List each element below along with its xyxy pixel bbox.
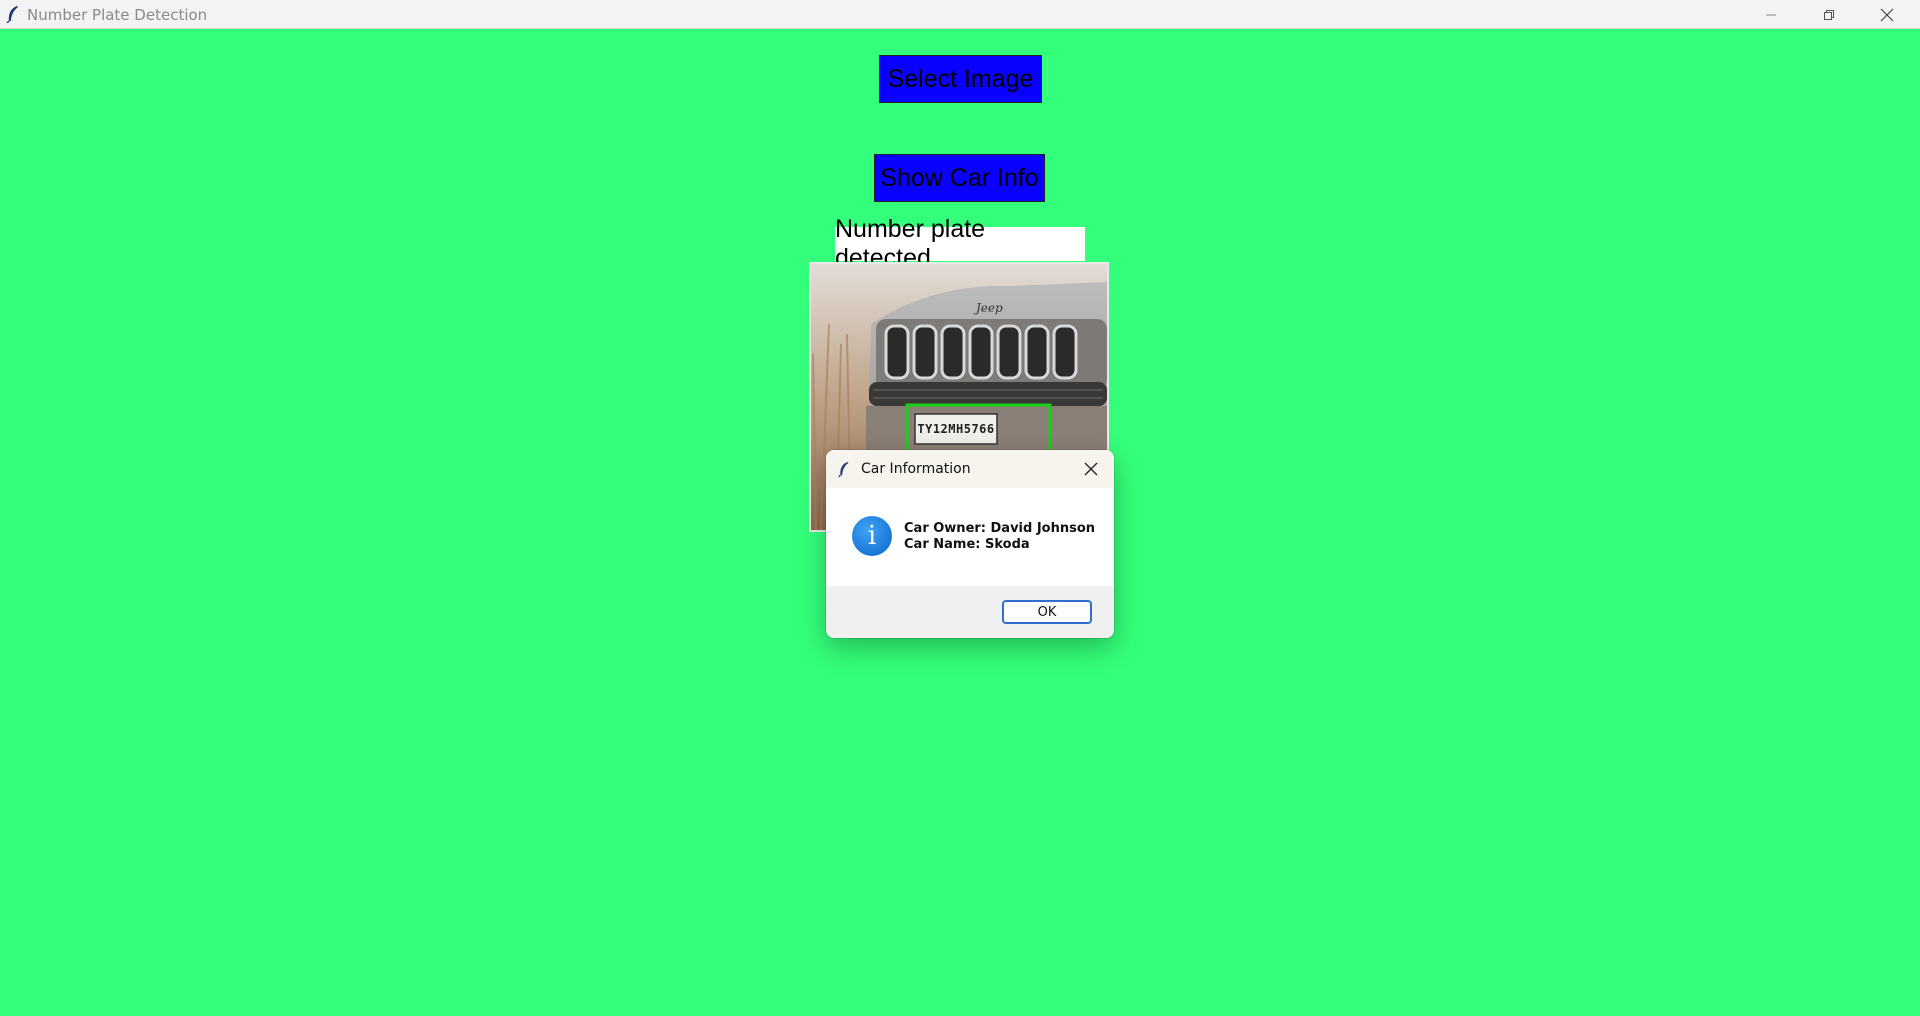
window-titlebar: Number Plate Detection [0, 0, 1920, 29]
car-name-text: Car Name: Skoda [904, 537, 1030, 552]
dialog-message: Car Owner: David Johnson Car Name: Skoda [904, 521, 1095, 553]
feather-icon [837, 460, 851, 478]
ok-button[interactable]: OK [1002, 600, 1092, 624]
dialog-title: Car Information [861, 461, 971, 477]
restore-icon[interactable] [1801, 0, 1857, 29]
car-owner-text: Car Owner: David Johnson [904, 521, 1096, 536]
dialog-footer: OK [826, 586, 1114, 638]
svg-text:Jeep: Jeep [973, 301, 1003, 315]
show-car-info-button[interactable]: Show Car Info [874, 154, 1045, 202]
dialog-close-icon[interactable] [1068, 450, 1114, 488]
number-plate-status-heading: Number plate detected [835, 215, 1085, 272]
close-icon[interactable] [1859, 0, 1915, 29]
car-information-dialog: Car Information i Car Owner: David Johns… [826, 450, 1114, 638]
info-icon: i [852, 516, 892, 556]
feather-icon [5, 5, 21, 24]
window-title: Number Plate Detection [27, 6, 208, 24]
plate-number: TY12MH5766 [917, 422, 995, 436]
select-image-button[interactable]: Select Image [879, 55, 1042, 103]
dialog-titlebar: Car Information [826, 450, 1114, 488]
minimize-icon[interactable] [1743, 0, 1799, 29]
